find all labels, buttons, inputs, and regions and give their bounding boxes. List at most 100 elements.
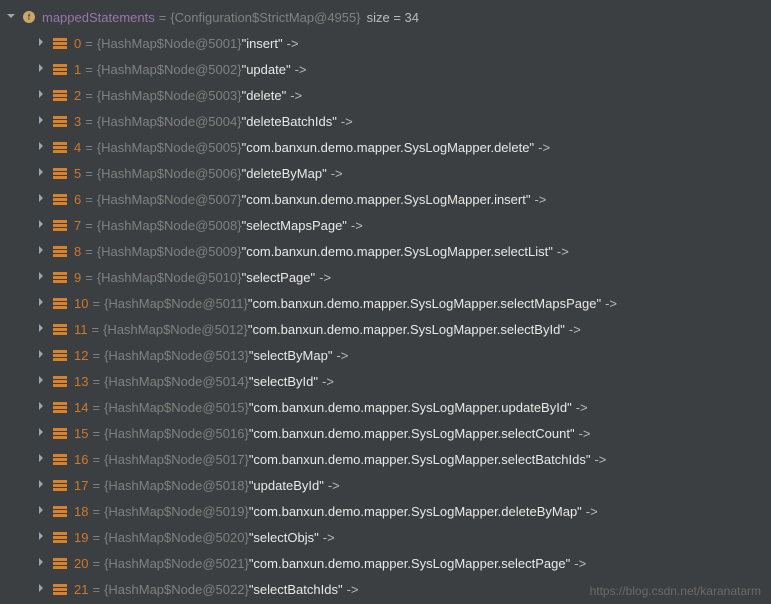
map-entry-icon — [52, 296, 68, 310]
expand-arrow-right-icon[interactable] — [36, 297, 48, 309]
arrow-suffix: -> — [569, 322, 581, 337]
arrow-suffix: -> — [347, 582, 359, 597]
node-reference: {HashMap$Node@5006} — [97, 166, 242, 181]
expand-arrow-right-icon[interactable] — [36, 505, 48, 517]
node-reference: {HashMap$Node@5020} — [104, 530, 249, 545]
expand-arrow-right-icon[interactable] — [36, 271, 48, 283]
entry-index: 3 — [74, 114, 81, 129]
map-entry-icon — [52, 114, 68, 128]
tree-row[interactable]: 9={HashMap$Node@5010} "selectPage" -> — [6, 264, 771, 290]
arrow-suffix: -> — [323, 530, 335, 545]
arrow-suffix: -> — [287, 36, 299, 51]
equals-sign: = — [92, 452, 100, 467]
expand-arrow-right-icon[interactable] — [36, 349, 48, 361]
tree-row[interactable]: 2={HashMap$Node@5003} "delete" -> — [6, 82, 771, 108]
entry-key: "selectPage" — [242, 270, 316, 285]
node-reference: {HashMap$Node@5021} — [104, 556, 249, 571]
tree-row[interactable]: 18={HashMap$Node@5019} "com.banxun.demo.… — [6, 498, 771, 524]
tree-row[interactable]: 17={HashMap$Node@5018} "updateById" -> — [6, 472, 771, 498]
map-entry-icon — [52, 374, 68, 388]
arrow-suffix: -> — [322, 374, 334, 389]
expand-arrow-right-icon[interactable] — [36, 219, 48, 231]
tree-row[interactable]: 14={HashMap$Node@5015} "com.banxun.demo.… — [6, 394, 771, 420]
equals-sign: = — [92, 400, 100, 415]
arrow-suffix: -> — [576, 400, 588, 415]
tree-row[interactable]: 20 = {HashMap$Node@5021} "com.banxun.demo.… — [6, 550, 771, 576]
tree-row[interactable]: 0={HashMap$Node@5001} "insert" -> — [6, 30, 771, 56]
entry-key: "deleteBatchIds" — [242, 114, 337, 129]
expand-arrow-right-icon[interactable] — [36, 63, 48, 75]
expand-arrow-right-icon[interactable] — [36, 323, 48, 335]
node-reference: {HashMap$Node@5022} — [104, 582, 249, 597]
arrow-suffix: -> — [328, 478, 340, 493]
tree-row[interactable]: 4={HashMap$Node@5005} "com.banxun.demo.m… — [6, 134, 771, 160]
expand-arrow-right-icon[interactable] — [36, 531, 48, 543]
expand-arrow-right-icon[interactable] — [36, 375, 48, 387]
expand-arrow-right-icon[interactable] — [36, 141, 48, 153]
tree-row[interactable]: 7={HashMap$Node@5008} "selectMapsPage" -… — [6, 212, 771, 238]
equals-sign: = — [85, 140, 93, 155]
watermark-text: https://blog.csdn.net/karanatarm — [590, 584, 761, 598]
map-entry-icon — [52, 582, 68, 596]
expand-arrow-right-icon[interactable] — [36, 401, 48, 413]
map-entry-icon — [52, 348, 68, 362]
entry-key: "com.banxun.demo.mapper.SysLogMapper.ins… — [242, 192, 531, 207]
expand-arrow-right-icon[interactable] — [36, 245, 48, 257]
entry-key: "update" — [242, 62, 291, 77]
expand-arrow-right-icon[interactable] — [36, 89, 48, 101]
tree-row[interactable]: 15={HashMap$Node@5016} "com.banxun.demo.… — [6, 420, 771, 446]
tree-row[interactable]: 3={HashMap$Node@5004} "deleteBatchIds" -… — [6, 108, 771, 134]
entry-index: 20 — [74, 556, 88, 571]
expand-arrow-right-icon[interactable] — [36, 453, 48, 465]
entry-index: 16 — [74, 452, 88, 467]
equals-sign: = — [92, 322, 100, 337]
node-reference: {HashMap$Node@5007} — [97, 192, 242, 207]
map-entry-icon — [52, 322, 68, 336]
entry-index: 6 — [74, 192, 81, 207]
tree-root-row[interactable]: f mappedStatements = {Configuration$Stri… — [6, 4, 771, 30]
expand-arrow-right-icon[interactable] — [36, 557, 48, 569]
entry-index: 2 — [74, 88, 81, 103]
node-reference: {HashMap$Node@5001} — [97, 36, 242, 51]
arrow-suffix: -> — [331, 166, 343, 181]
tree-row[interactable]: 11={HashMap$Node@5012} "com.banxun.demo.… — [6, 316, 771, 342]
tree-row[interactable]: 10={HashMap$Node@5011} "com.banxun.demo.… — [6, 290, 771, 316]
tree-row[interactable]: 13={HashMap$Node@5014} "selectById" -> — [6, 368, 771, 394]
tree-row[interactable]: 8={HashMap$Node@5009} "com.banxun.demo.m… — [6, 238, 771, 264]
expand-arrow-right-icon[interactable] — [36, 115, 48, 127]
entry-index: 4 — [74, 140, 81, 155]
tree-row[interactable]: 1={HashMap$Node@5002} "update" -> — [6, 56, 771, 82]
expand-arrow-right-icon[interactable] — [36, 167, 48, 179]
expand-arrow-down-icon[interactable] — [6, 11, 18, 23]
arrow-suffix: -> — [579, 426, 591, 441]
node-reference: {HashMap$Node@5014} — [104, 374, 249, 389]
expand-arrow-right-icon[interactable] — [36, 479, 48, 491]
arrow-suffix: -> — [538, 140, 550, 155]
tree-row[interactable]: 16={HashMap$Node@5017} "com.banxun.demo.… — [6, 446, 771, 472]
expand-arrow-right-icon[interactable] — [36, 193, 48, 205]
equals-sign: = — [92, 556, 100, 571]
expand-arrow-right-icon[interactable] — [36, 37, 48, 49]
entry-key: "com.banxun.demo.mapper.SysLogMapper.sel… — [249, 556, 570, 571]
map-entry-icon — [52, 244, 68, 258]
entry-index: 7 — [74, 218, 81, 233]
map-entry-icon — [52, 270, 68, 284]
equals-sign: = — [92, 348, 100, 363]
arrow-suffix: -> — [319, 270, 331, 285]
node-reference: {HashMap$Node@5010} — [97, 270, 242, 285]
arrow-suffix: -> — [574, 556, 586, 571]
expand-arrow-right-icon[interactable] — [36, 427, 48, 439]
node-reference: {HashMap$Node@5011} — [104, 296, 248, 311]
tree-row[interactable]: 19={HashMap$Node@5020} "selectObjs" -> — [6, 524, 771, 550]
entry-index: 8 — [74, 244, 81, 259]
equals-sign: = — [92, 530, 100, 545]
map-entry-icon — [52, 426, 68, 440]
expand-arrow-right-icon[interactable] — [36, 583, 48, 595]
tree-row[interactable]: 5={HashMap$Node@5006} "deleteByMap" -> — [6, 160, 771, 186]
arrow-suffix: -> — [290, 88, 302, 103]
tree-row[interactable]: 12={HashMap$Node@5013} "selectByMap" -> — [6, 342, 771, 368]
arrow-suffix: -> — [351, 218, 363, 233]
arrow-suffix: -> — [341, 114, 353, 129]
tree-row[interactable]: 6={HashMap$Node@5007} "com.banxun.demo.m… — [6, 186, 771, 212]
entry-key: "delete" — [242, 88, 287, 103]
